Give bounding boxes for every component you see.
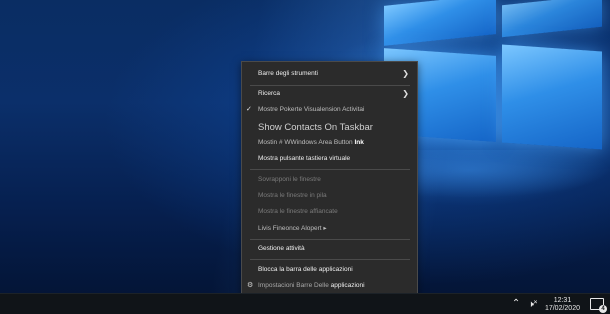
menu-item-task-manager[interactable]: Gestione attività: [242, 241, 417, 256]
menu-item-lock-taskbar[interactable]: Blocca la barra delle applicazioni: [242, 262, 417, 277]
menu-item-side-by-side: Mostra le finestre affiancate: [258, 208, 338, 215]
settings-label: Impostacioni Barre Delle: [258, 282, 329, 289]
menu-item-show-task-view[interactable]: ✓ Mostre Pokerte Visualension Activitai: [242, 102, 417, 117]
menu-item-stacked: Mostra le finestre in pila: [258, 192, 327, 199]
clock-time: 12:31: [553, 296, 572, 304]
menu-item-show-contacts[interactable]: Show Contacts On Taskbar: [242, 119, 417, 136]
menu-separator: [250, 169, 410, 170]
menu-item-windows-ink[interactable]: Mostin # WWindows Area Button Ink: [242, 135, 417, 150]
menu-item-touch-keyboard[interactable]: Mostra pulsante tastiera virtuale: [242, 151, 417, 166]
chevron-right-icon: ❯: [402, 89, 409, 98]
windows-logo-pane-top-right: [502, 0, 602, 38]
chevron-up-icon[interactable]: ⌃: [512, 294, 520, 314]
volume-mute-icon[interactable]: 🕨˟: [528, 294, 537, 314]
menu-item-taskbar-settings[interactable]: ⚙ Impostacioni Barre Delle applicazioni: [242, 278, 417, 293]
taskbar[interactable]: ⌃ 🕨˟ 12:31 17/02/2020 4: [0, 293, 610, 314]
windows-ink-label: Mostin # WWindows Area Button: [258, 139, 353, 146]
taskbar-context-menu: Barre degli strumenti ❯ Ricerca ❯ ✓ Most…: [241, 61, 418, 299]
menu-item-show-desktop[interactable]: Livis Fineonce Alopert ▸: [242, 221, 417, 236]
menu-item-search[interactable]: Ricerca ❯: [242, 86, 417, 101]
notification-count-badge: 4: [599, 305, 607, 313]
check-icon: ✓: [246, 106, 252, 113]
notification-icon[interactable]: 4: [590, 298, 607, 313]
menu-separator: [250, 259, 410, 260]
chevron-right-icon: ❯: [402, 69, 409, 78]
gear-icon: ⚙: [247, 282, 254, 289]
menu-separator: [250, 239, 410, 240]
windows-ink-tag: Ink: [354, 139, 364, 146]
menu-item-toolbars[interactable]: Barre degli strumenti ❯: [242, 66, 417, 81]
settings-label-tail: applicazioni: [330, 282, 365, 289]
windows-logo-pane-bottom-right: [502, 44, 602, 150]
menu-item-cascade: Sovrapponi le finestre: [258, 176, 321, 183]
clock-date: 17/02/2020: [544, 304, 580, 312]
system-clock[interactable]: 12:31 17/02/2020: [545, 297, 580, 313]
system-tray: ⌃ 🕨˟ 12:31 17/02/2020 4: [512, 294, 610, 314]
